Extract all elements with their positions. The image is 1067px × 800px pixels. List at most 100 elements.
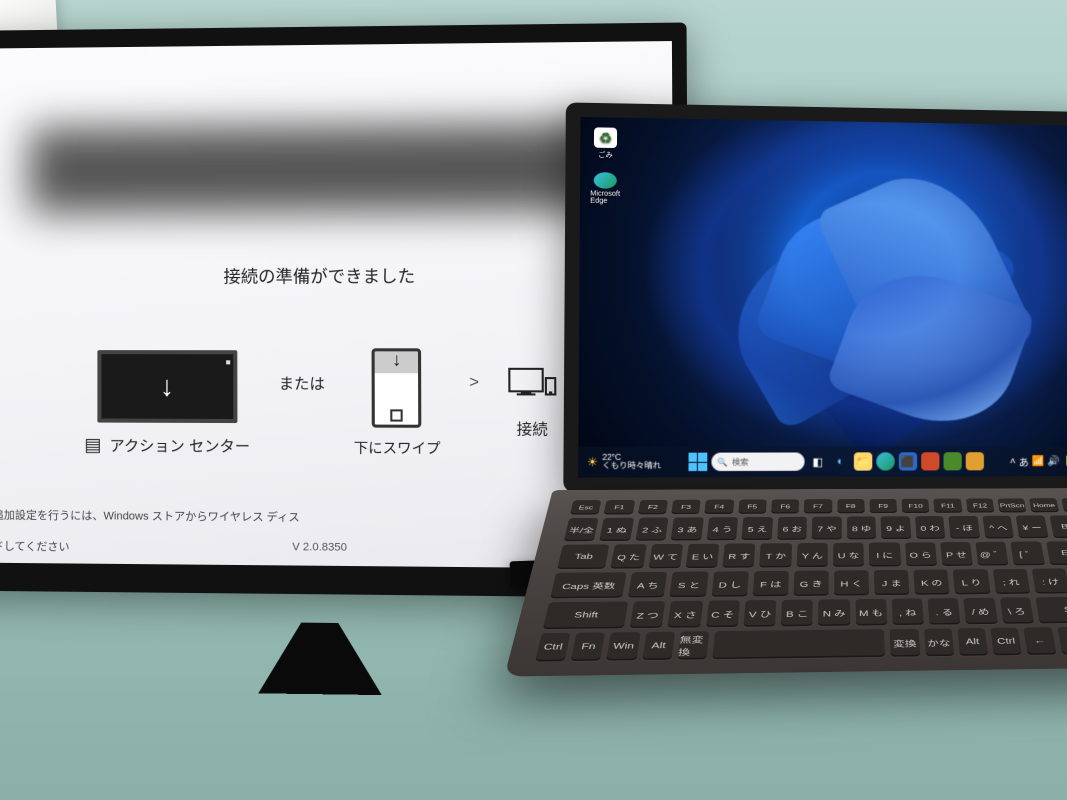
key[interactable]: F2: [638, 500, 668, 515]
explorer-icon[interactable]: 📁: [854, 452, 872, 470]
taskbar[interactable]: ☀ 22°C くもり時々晴れ 🔍 検索 ◧ ◐: [578, 446, 1067, 478]
key[interactable]: O ら: [905, 542, 937, 566]
key[interactable]: 2 ふ: [635, 518, 669, 541]
key[interactable]: かな: [924, 628, 954, 656]
key[interactable]: Y ん: [796, 543, 827, 567]
key[interactable]: Shift: [1035, 597, 1067, 624]
key[interactable]: X さ: [668, 601, 703, 628]
key[interactable]: P せ: [940, 542, 973, 566]
key[interactable]: Home: [1029, 498, 1058, 512]
key[interactable]: ^ へ: [982, 516, 1014, 539]
key[interactable]: End: [1061, 498, 1067, 512]
key[interactable]: Esc: [570, 500, 601, 515]
wifi-icon[interactable]: 📶: [1032, 456, 1045, 467]
key[interactable]: ; れ: [992, 569, 1030, 594]
key[interactable]: U な: [833, 543, 864, 567]
key[interactable]: 1 ぬ: [600, 518, 634, 541]
key[interactable]: C そ: [706, 600, 740, 627]
key[interactable]: Alt: [642, 632, 675, 660]
key[interactable]: R す: [723, 543, 756, 567]
recycle-bin-icon[interactable]: ♻ ごみ: [591, 127, 621, 160]
key[interactable]: 6 お: [777, 517, 807, 540]
pinned-app-icon[interactable]: [943, 452, 961, 470]
key[interactable]: G き: [793, 571, 828, 596]
key[interactable]: W て: [648, 544, 683, 568]
key[interactable]: S と: [670, 572, 708, 598]
edge-taskbar-icon[interactable]: [876, 452, 894, 470]
key[interactable]: V ひ: [743, 600, 776, 627]
key[interactable]: 4 う: [707, 517, 739, 540]
edge-browser-icon[interactable]: Microsoft Edge: [590, 172, 620, 205]
key[interactable]: F1: [604, 500, 635, 515]
key[interactable]: I に: [869, 542, 901, 566]
key[interactable]: F5: [738, 499, 767, 513]
key[interactable]: M も: [855, 599, 887, 626]
key[interactable]: Tab: [557, 544, 610, 569]
key[interactable]: 変換: [890, 629, 920, 657]
windows11-desktop[interactable]: ♻ ごみ Microsoft Edge ☀ 22°C くもり時々晴れ: [578, 117, 1067, 478]
key[interactable]: F4: [705, 500, 734, 514]
key[interactable]: ←: [1024, 627, 1056, 655]
key[interactable]: [ ゜: [1011, 542, 1045, 566]
key[interactable]: H く: [834, 570, 869, 595]
key[interactable]: PrtScn: [998, 498, 1027, 512]
key[interactable]: Z つ: [630, 601, 666, 628]
volume-icon[interactable]: 🔊: [1047, 456, 1059, 467]
key[interactable]: , ね: [892, 598, 924, 625]
key[interactable]: Caps 英数: [550, 572, 627, 598]
key[interactable]: 無変換: [677, 631, 709, 659]
key[interactable]: F は: [752, 571, 788, 597]
key[interactable]: . る: [928, 598, 961, 625]
taskbar-search[interactable]: 🔍 検索: [711, 452, 804, 471]
key[interactable]: Fn: [571, 632, 606, 661]
widgets-icon[interactable]: ◐: [831, 452, 849, 470]
key[interactable]: T か: [760, 543, 792, 567]
battery-icon[interactable]: 🔋: [1063, 456, 1067, 467]
key[interactable]: F7: [804, 499, 832, 513]
key[interactable]: Win: [606, 632, 640, 661]
system-tray[interactable]: ˄ あ 📶 🔊 🔋: [1010, 454, 1067, 469]
key[interactable]: K の: [914, 570, 950, 595]
key[interactable]: E い: [686, 544, 720, 568]
key[interactable]: Bksp: [1049, 515, 1067, 538]
key[interactable]: F6: [771, 499, 799, 513]
key[interactable]: : け: [1031, 569, 1067, 594]
key[interactable]: A ち: [628, 572, 668, 598]
key[interactable]: F9: [869, 499, 897, 513]
pinned-app-icon[interactable]: [966, 452, 984, 470]
key[interactable]: Ctrl: [535, 633, 571, 662]
key[interactable]: N み: [818, 599, 849, 626]
store-icon[interactable]: ⬛: [899, 452, 917, 470]
taskbar-weather-widget[interactable]: ☀ 22°C くもり時々晴れ: [587, 454, 661, 471]
tray-chevron-icon[interactable]: ˄: [1010, 456, 1016, 467]
key[interactable]: ↑↓: [1057, 627, 1067, 655]
key[interactable]: F3: [671, 500, 701, 514]
task-view-icon[interactable]: ◧: [808, 452, 827, 470]
keyboard[interactable]: EscF1F2F3 F4 F5 F6 F7 F8 F9 F10 F11F12PrtScnHome…: [535, 498, 1067, 661]
key[interactable]: 7 や: [812, 517, 842, 540]
key[interactable]: - ほ: [949, 516, 980, 539]
key[interactable]: Q た: [611, 544, 647, 568]
start-button[interactable]: [688, 453, 707, 471]
key[interactable]: 9 よ: [881, 516, 911, 539]
key[interactable]: Ctrl: [990, 628, 1022, 656]
key[interactable]: Alt: [957, 628, 988, 656]
key[interactable]: J ま: [874, 570, 910, 595]
key[interactable]: 8 ゆ: [847, 516, 877, 539]
ime-icon[interactable]: あ: [1019, 454, 1029, 469]
key[interactable]: F11: [934, 499, 963, 513]
key[interactable]: Enter: [1046, 541, 1067, 565]
key[interactable]: 5 え: [742, 517, 773, 540]
key[interactable]: F12: [966, 498, 995, 512]
key[interactable]: [712, 629, 885, 659]
pinned-app-icon[interactable]: [921, 452, 939, 470]
key[interactable]: @ ゛: [975, 542, 1008, 566]
key[interactable]: ¥ ー: [1016, 516, 1048, 539]
key[interactable]: / め: [964, 598, 998, 624]
key[interactable]: 半/全: [564, 518, 599, 541]
key[interactable]: B こ: [781, 600, 813, 627]
key[interactable]: 3 あ: [671, 517, 704, 540]
key[interactable]: F10: [902, 499, 930, 513]
key[interactable]: F8: [837, 499, 865, 513]
key[interactable]: D し: [711, 571, 748, 597]
